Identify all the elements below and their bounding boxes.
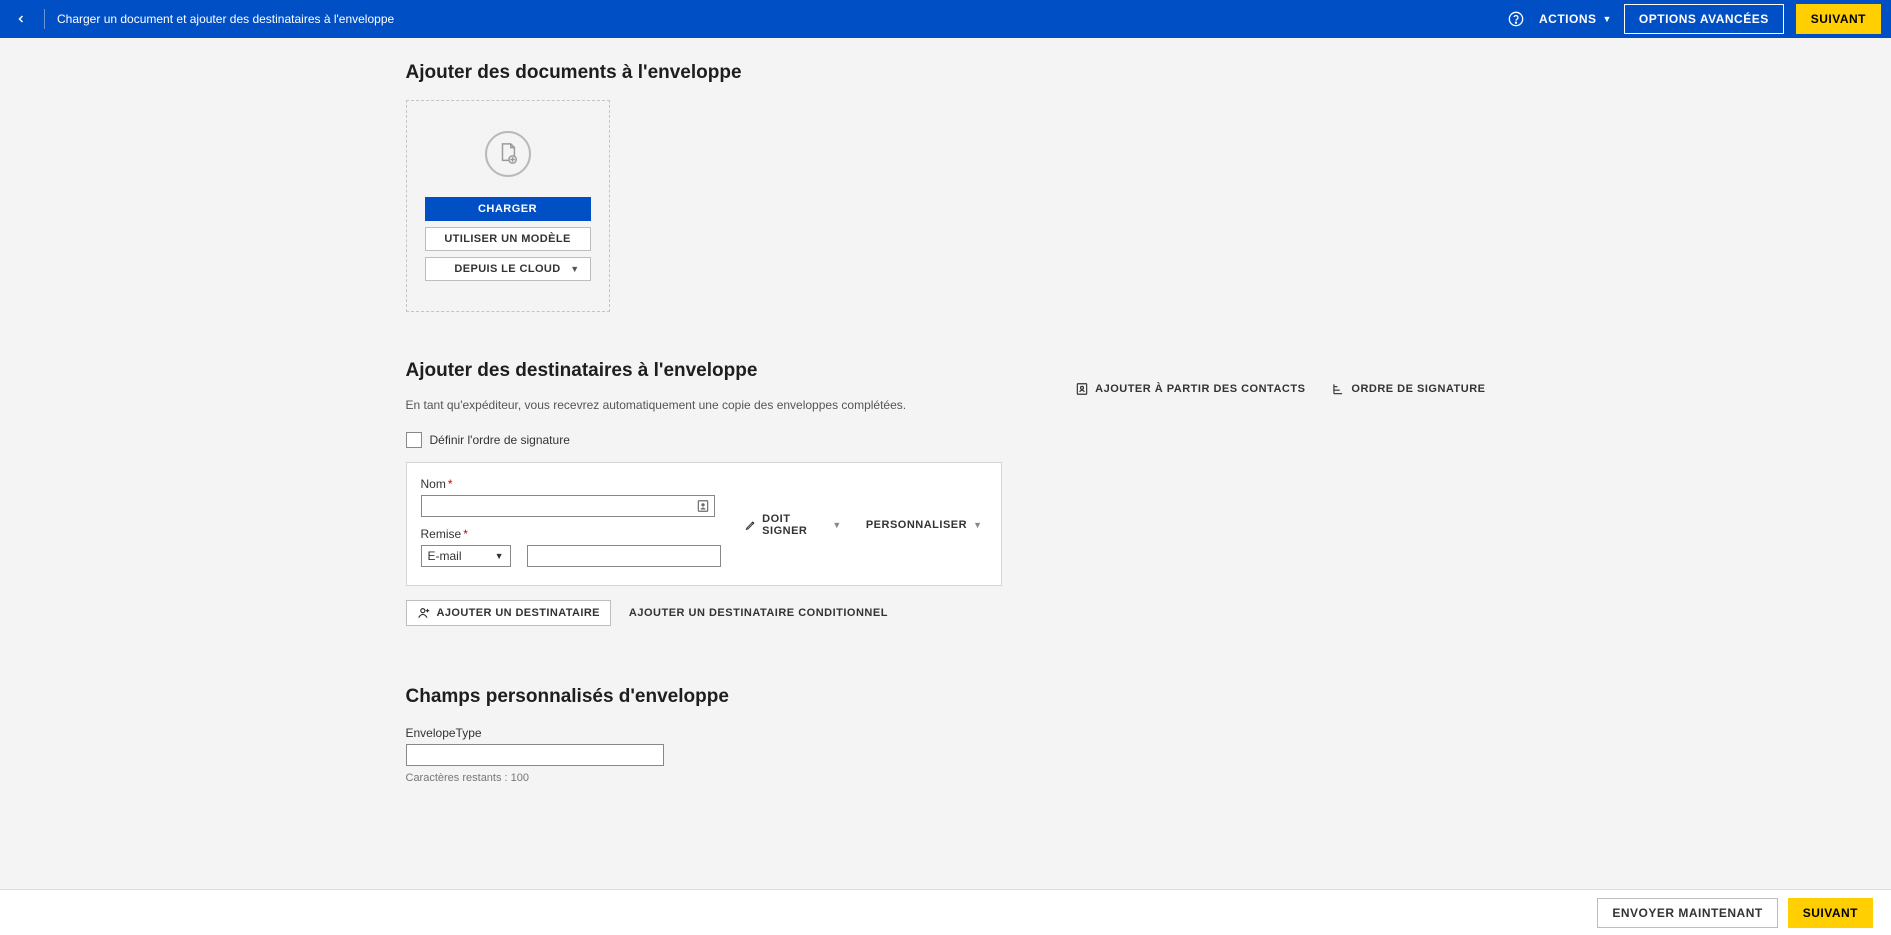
add-from-contacts-label: AJOUTER À PARTIR DES CONTACTS bbox=[1095, 383, 1305, 395]
back-button[interactable] bbox=[10, 8, 32, 30]
page-title: Charger un document et ajouter des desti… bbox=[57, 12, 394, 26]
contacts-icon bbox=[1075, 382, 1089, 396]
caret-down-icon: ▼ bbox=[570, 264, 579, 274]
custom-fields-heading: Champs personnalisés d'enveloppe bbox=[406, 686, 1486, 708]
caret-down-icon: ▼ bbox=[1603, 14, 1612, 24]
divider bbox=[44, 9, 45, 29]
pen-icon bbox=[745, 518, 757, 532]
envelope-type-input[interactable] bbox=[406, 744, 664, 766]
required-mark: * bbox=[463, 527, 468, 541]
customize-label: PERSONNALISER bbox=[866, 519, 967, 531]
contact-picker-icon[interactable] bbox=[695, 498, 711, 514]
load-button[interactable]: CHARGER bbox=[425, 197, 591, 221]
name-input[interactable] bbox=[421, 495, 715, 517]
caret-down-icon: ▼ bbox=[832, 520, 841, 530]
add-from-contacts-link[interactable]: AJOUTER À PARTIR DES CONTACTS bbox=[1075, 382, 1305, 396]
required-mark: * bbox=[448, 477, 453, 491]
remise-label-text: Remise bbox=[421, 527, 462, 541]
use-template-button[interactable]: UTILISER UN MODÈLE bbox=[425, 227, 591, 251]
add-conditional-recipient-link[interactable]: AJOUTER UN DESTINATAIRE CONDITIONNEL bbox=[629, 600, 888, 626]
add-person-icon bbox=[417, 606, 431, 620]
must-sign-dropdown[interactable]: DOIT SIGNER ▼ bbox=[745, 483, 842, 567]
name-label-text: Nom bbox=[421, 477, 446, 491]
next-button-bottom[interactable]: SUIVANT bbox=[1788, 898, 1873, 928]
add-conditional-label: AJOUTER UN DESTINATAIRE CONDITIONNEL bbox=[629, 607, 888, 619]
must-sign-label: DOIT SIGNER bbox=[762, 513, 826, 537]
name-label: Nom* bbox=[421, 477, 721, 491]
email-input[interactable] bbox=[527, 545, 721, 567]
define-order-checkbox[interactable] bbox=[406, 432, 422, 448]
help-icon bbox=[1508, 11, 1524, 27]
next-button-top[interactable]: SUIVANT bbox=[1796, 4, 1881, 34]
sign-order-label: ORDRE DE SIGNATURE bbox=[1351, 383, 1485, 395]
main-content: Ajouter des documents à l'enveloppe CHAR… bbox=[0, 38, 1891, 889]
document-upload-icon bbox=[485, 131, 531, 177]
recipients-heading: Ajouter des destinataires à l'enveloppe bbox=[406, 360, 907, 382]
help-button[interactable] bbox=[1505, 8, 1527, 30]
envelope-type-label: EnvelopeType bbox=[406, 726, 1486, 740]
delivery-select[interactable]: E-mail ▼ bbox=[421, 545, 511, 567]
add-recipient-button[interactable]: AJOUTER UN DESTINATAIRE bbox=[406, 600, 611, 626]
characters-remaining: Caractères restants : 100 bbox=[406, 772, 1486, 784]
actions-label: ACTIONS bbox=[1539, 12, 1597, 26]
bottom-bar: ENVOYER MAINTENANT SUIVANT bbox=[0, 889, 1891, 935]
send-now-button[interactable]: ENVOYER MAINTENANT bbox=[1597, 898, 1777, 928]
top-bar: Charger un document et ajouter des desti… bbox=[0, 0, 1891, 38]
actions-dropdown[interactable]: ACTIONS ▼ bbox=[1539, 12, 1612, 26]
define-order-label: Définir l'ordre de signature bbox=[430, 433, 570, 447]
customize-dropdown[interactable]: PERSONNALISER ▼ bbox=[866, 483, 983, 567]
sign-order-link[interactable]: ORDRE DE SIGNATURE bbox=[1331, 382, 1485, 396]
recipients-subtext: En tant qu'expéditeur, vous recevrez aut… bbox=[406, 398, 907, 412]
delivery-selected: E-mail bbox=[428, 549, 462, 563]
from-cloud-label: DEPUIS LE CLOUD bbox=[454, 263, 560, 275]
add-recipient-label: AJOUTER UN DESTINATAIRE bbox=[437, 607, 600, 619]
order-icon bbox=[1331, 382, 1345, 396]
caret-down-icon: ▼ bbox=[495, 551, 504, 561]
upload-heading: Ajouter des documents à l'enveloppe bbox=[406, 62, 1486, 84]
chevron-left-icon bbox=[15, 13, 27, 25]
upload-dropzone[interactable]: CHARGER UTILISER UN MODÈLE DEPUIS LE CLO… bbox=[406, 100, 610, 312]
advanced-options-button[interactable]: OPTIONS AVANCÉES bbox=[1624, 4, 1784, 34]
caret-down-icon: ▼ bbox=[973, 520, 982, 530]
from-cloud-button[interactable]: DEPUIS LE CLOUD ▼ bbox=[425, 257, 591, 281]
remise-label: Remise* bbox=[421, 527, 721, 541]
recipient-card: Nom* Remise* E-mail ▼ bbox=[406, 462, 1002, 586]
